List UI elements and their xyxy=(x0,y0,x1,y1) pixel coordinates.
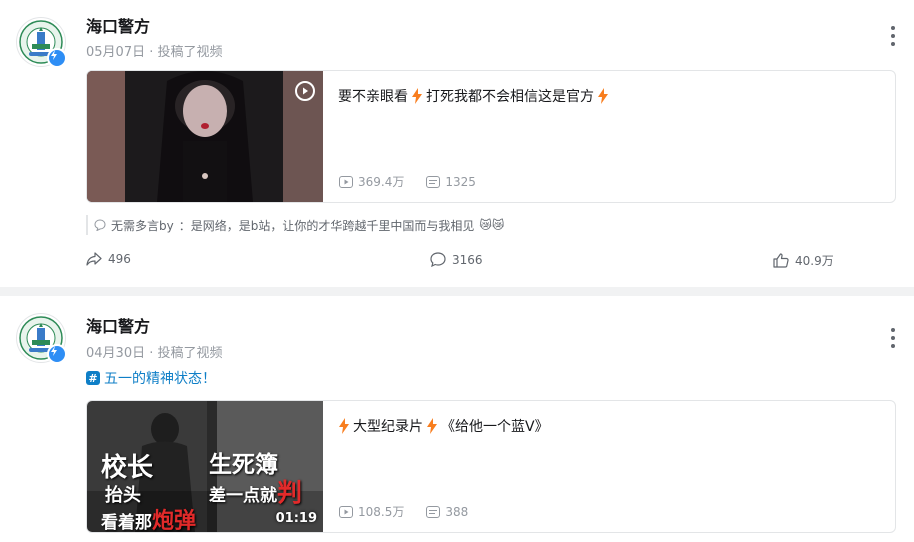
danmaku-count: 1325 xyxy=(426,175,476,189)
author-name[interactable]: 海口警方 xyxy=(86,13,150,37)
video-card[interactable]: 要不亲眼看 打死我都不会相信这是官方 369.4万 1325 xyxy=(86,70,896,203)
view-count: 369.4万 xyxy=(339,173,404,190)
video-thumbnail[interactable] xyxy=(87,71,323,202)
top-comment[interactable]: 无需多言by ：是网络，是b站，让你的才华跨越千里中国而与我相见 😿😿 xyxy=(86,215,504,235)
comment-button[interactable]: 3166 xyxy=(430,252,483,267)
author-name[interactable]: 海口警方 xyxy=(86,313,150,337)
danmaku-icon xyxy=(426,505,441,518)
feed-post: 海口警方 05月07日 · 投稿了视频 要不亲眼看 打死我都不会相信这是官方 3… xyxy=(0,0,914,287)
comment-user[interactable]: 无需多言by xyxy=(111,217,174,234)
overlay-text: 差一点就判 xyxy=(209,478,303,507)
comment-bubble-icon xyxy=(94,219,106,231)
danmaku-count: 388 xyxy=(426,505,468,519)
post-meta: 05月07日 · 投稿了视频 xyxy=(86,45,223,60)
video-stats: 108.5万 388 xyxy=(339,503,490,520)
feed-post: 海口警方 04月30日 · 投稿了视频 # 五一的精神状态！ 校长 抬头 看着那… xyxy=(0,296,914,542)
post-meta: 04月30日 · 投稿了视频 xyxy=(86,346,223,361)
video-card[interactable]: 校长 抬头 看着那炮弹 生死簿 差一点就判 01:19 大型纪录片 《给他一个蓝… xyxy=(86,400,896,533)
video-duration: 01:19 xyxy=(275,511,317,526)
lightning-bolt-icon xyxy=(412,88,422,104)
like-icon xyxy=(773,253,789,268)
overlay-text: 校长 xyxy=(101,453,154,483)
danmaku-icon xyxy=(426,175,441,188)
post-actions: 496 3166 40.9万 xyxy=(86,252,894,270)
like-button[interactable]: 40.9万 xyxy=(773,252,834,269)
share-icon xyxy=(86,252,102,266)
avatar[interactable] xyxy=(16,17,67,68)
video-stats: 369.4万 1325 xyxy=(339,173,498,190)
verify-icon xyxy=(47,48,67,68)
video-title-part: 大型纪录片 xyxy=(353,419,423,435)
topic-hash-icon: # xyxy=(86,371,100,385)
play-count-icon xyxy=(339,175,353,188)
avatar[interactable] xyxy=(16,313,67,364)
comment-emoji: 😿😿 xyxy=(479,218,505,232)
share-button[interactable]: 496 xyxy=(86,252,131,266)
video-title[interactable]: 大型纪录片 《给他一个蓝V》 xyxy=(338,416,549,436)
video-thumbnail[interactable]: 校长 抬头 看着那炮弹 生死簿 差一点就判 01:19 xyxy=(87,401,323,532)
verify-icon xyxy=(47,344,67,364)
comment-icon xyxy=(430,252,446,267)
video-title-part: 打死我都不会相信这是官方 xyxy=(426,89,594,105)
more-options-icon[interactable] xyxy=(890,328,896,348)
play-count-icon xyxy=(339,505,353,518)
video-title[interactable]: 要不亲眼看 打死我都不会相信这是官方 xyxy=(338,86,609,106)
more-options-icon[interactable] xyxy=(890,26,896,46)
overlay-text: 看着那炮弹 xyxy=(101,509,197,532)
video-title-part: 要不亲眼看 xyxy=(338,89,408,105)
topic-tag[interactable]: # 五一的精神状态！ xyxy=(86,368,216,388)
lightning-bolt-icon xyxy=(598,88,608,104)
view-count: 108.5万 xyxy=(339,503,404,520)
lightning-bolt-icon xyxy=(427,418,437,434)
lightning-bolt-icon xyxy=(339,418,349,434)
comment-text: ：是网络，是b站，让你的才华跨越千里中国而与我相见 xyxy=(178,218,475,233)
video-title-part: 《给他一个蓝V》 xyxy=(441,419,549,435)
feed-divider xyxy=(0,287,914,296)
replay-icon[interactable] xyxy=(295,81,315,101)
